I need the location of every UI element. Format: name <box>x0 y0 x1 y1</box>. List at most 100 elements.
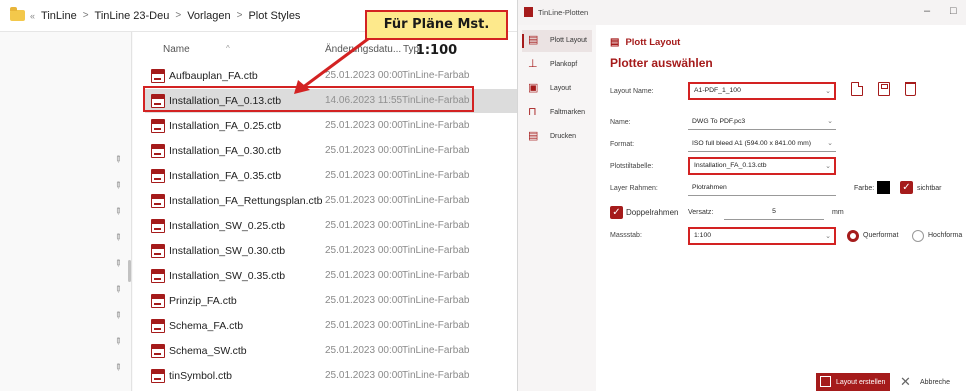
file-date: 25.01.2023 00:00 <box>325 120 403 131</box>
file-row[interactable]: Installation_SW_0.30.ctb 25.01.2023 00:0… <box>145 239 517 263</box>
file-name: Installation_SW_0.35.ctb <box>169 270 286 282</box>
chevron-down-icon: ⌄ <box>827 140 833 147</box>
pin-icon[interactable]: ✎ <box>111 283 124 296</box>
close-icon: ✕ <box>900 374 911 389</box>
sidebar-item-label: Plott Layout <box>550 37 587 44</box>
maximize-button[interactable]: □ <box>950 5 957 17</box>
ctb-file-icon <box>151 144 165 158</box>
pin-icon[interactable]: ✎ <box>111 231 124 244</box>
file-type: TinLine-Farbab <box>402 270 470 281</box>
layer-frame-value: Plotrahmen <box>692 184 727 191</box>
file-row[interactable]: Installation_FA_0.25.ctb 25.01.2023 00:0… <box>145 114 517 138</box>
plot-style-label: Plotstiltabelle: <box>610 163 654 170</box>
chevron-right-icon: > <box>175 10 182 21</box>
printer-icon: ▤ <box>528 130 539 142</box>
file-row[interactable]: Schema_FA.ctb 25.01.2023 00:00 TinLine-F… <box>145 314 517 338</box>
file-name: Prinzip_FA.ctb <box>169 295 237 307</box>
screen: « TinLine > TinLine 23-Deu > Vorlagen > … <box>0 0 966 391</box>
layer-frame-input[interactable]: Plotrahmen <box>688 180 836 196</box>
visible-checkbox[interactable]: ✓ <box>900 181 913 194</box>
file-row[interactable]: Installation_FA_0.30.ctb 25.01.2023 00:0… <box>145 139 517 163</box>
file-row[interactable]: Installation_FA_0.35.ctb 25.01.2023 00:0… <box>145 164 517 188</box>
printer-icon: ▤ <box>528 34 539 46</box>
file-row[interactable]: Prinzip_FA.ctb 25.01.2023 00:00 TinLine-… <box>145 289 517 313</box>
sidebar-item-label: Layout <box>550 85 572 92</box>
sidebar-item-layout[interactable]: ▣ Layout <box>522 78 592 100</box>
ctb-file-icon <box>151 119 165 133</box>
layout-name-dropdown[interactable]: A1-PDF_1_100 ⌄ <box>688 82 836 100</box>
double-frame-checkbox[interactable]: ✓ <box>610 206 623 219</box>
file-name: tinSymbol.ctb <box>169 370 233 382</box>
ctb-file-icon <box>151 219 165 233</box>
fold-marks-icon: ⊓ <box>528 106 537 118</box>
printer-icon: ▤ <box>610 37 620 48</box>
offset-unit: mm <box>832 209 844 216</box>
pin-icon[interactable]: ✎ <box>111 335 124 348</box>
pin-icon[interactable]: ✎ <box>111 257 124 270</box>
sidebar-item-label: Plankopf <box>550 61 578 68</box>
landscape-radio[interactable] <box>847 230 859 242</box>
file-date: 25.01.2023 00:00 <box>325 345 403 356</box>
cancel-button[interactable]: ✕ Abbreche <box>898 373 966 391</box>
file-row[interactable]: Installation_SW_0.25.ctb 25.01.2023 00:0… <box>145 214 517 238</box>
breadcrumb-item[interactable]: TinLine 23-Deu <box>95 10 170 22</box>
sidebar-item-plott-layout[interactable]: ▤ Plott Layout <box>522 30 592 52</box>
sidebar-item-drucken[interactable]: ▤ Drucken <box>522 126 592 148</box>
scrollbar-thumb[interactable] <box>128 260 131 282</box>
file-type: TinLine-Farbab <box>402 170 470 181</box>
color-swatch[interactable] <box>877 181 890 194</box>
file-row[interactable]: Installation_SW_0.35.ctb 25.01.2023 00:0… <box>145 264 517 288</box>
overflow-chevron-icon[interactable]: « <box>30 11 35 21</box>
breadcrumb-item[interactable]: TinLine <box>41 10 77 22</box>
file-date: 25.01.2023 00:00 <box>325 195 403 206</box>
file-date: 25.01.2023 00:00 <box>325 245 403 256</box>
chevron-down-icon: ⌄ <box>827 118 833 125</box>
file-name: Installation_SW_0.30.ctb <box>169 245 286 257</box>
ctb-file-icon <box>151 369 165 383</box>
dialog-actions: Layout erstellen ✕ Abbreche <box>596 373 966 391</box>
dialog-content: ▤ Plott Layout Plotter auswählen Layout N… <box>596 25 966 391</box>
file-row[interactable]: Aufbauplan_FA.ctb 25.01.2023 00:00 TinLi… <box>145 64 517 88</box>
pin-icon[interactable]: ✎ <box>111 179 124 192</box>
file-name: Installation_FA_0.25.ctb <box>169 120 282 132</box>
create-layout-label: Layout erstellen <box>836 379 886 386</box>
sidebar-item-faltmarken[interactable]: ⊓ Faltmarken <box>522 102 592 124</box>
portrait-radio[interactable] <box>912 230 924 242</box>
title-bar: TinLine-Plotten – □ <box>518 0 966 25</box>
pin-icon[interactable]: ✎ <box>111 309 124 322</box>
create-layout-button[interactable]: Layout erstellen <box>816 373 890 391</box>
breadcrumb-item[interactable]: Plot Styles <box>248 10 300 22</box>
save-icon[interactable] <box>878 82 890 96</box>
file-row[interactable]: Installation_FA_Rettungsplan.ctb 25.01.2… <box>145 189 517 213</box>
visible-label: sichtbar <box>917 185 942 192</box>
minimize-button[interactable]: – <box>924 5 930 17</box>
pin-icon[interactable]: ✎ <box>111 153 124 166</box>
file-row[interactable]: Schema_SW.ctb 25.01.2023 00:00 TinLine-F… <box>145 339 517 363</box>
ctb-file-icon <box>151 319 165 333</box>
panel-header: ▤ Plott Layout <box>610 37 680 48</box>
plotter-name-dropdown[interactable]: DWG To PDF.pc3 ⌄ <box>688 114 836 130</box>
layout-icon: ▣ <box>528 82 539 94</box>
ctb-file-icon <box>151 69 165 83</box>
column-header-modified[interactable]: Änderungsdatu... <box>325 44 401 55</box>
ctb-file-icon <box>151 244 165 258</box>
chevron-right-icon: > <box>236 10 243 21</box>
column-header-name[interactable]: Name <box>163 44 190 55</box>
file-date: 25.01.2023 00:00 <box>325 145 403 156</box>
format-dropdown[interactable]: ISO full bleed A1 (594.00 x 841.00 mm) ⌄ <box>688 136 836 152</box>
new-document-icon[interactable] <box>851 82 863 96</box>
pin-icon[interactable]: ✎ <box>111 205 124 218</box>
file-row[interactable]: tinSymbol.ctb 25.01.2023 00:00 TinLine-F… <box>145 364 517 388</box>
pin-icon[interactable]: ✎ <box>111 361 124 374</box>
sidebar-item-plankopf[interactable]: ⊥ Plankopf <box>522 54 592 76</box>
plot-style-dropdown[interactable]: Installation_FA_0.13.ctb ⌄ <box>688 157 836 175</box>
panel-header-label: Plott Layout <box>625 37 681 48</box>
pane-divider[interactable] <box>131 32 132 391</box>
title-block-icon: ⊥ <box>528 58 538 70</box>
scale-dropdown[interactable]: 1:100 ⌄ <box>688 227 836 245</box>
file-name: Installation_SW_0.25.ctb <box>169 220 286 232</box>
file-type: TinLine-Farbab <box>402 145 470 156</box>
breadcrumb-item[interactable]: Vorlagen <box>187 10 230 22</box>
offset-input[interactable]: 5 <box>724 204 824 220</box>
delete-icon[interactable] <box>905 82 916 96</box>
